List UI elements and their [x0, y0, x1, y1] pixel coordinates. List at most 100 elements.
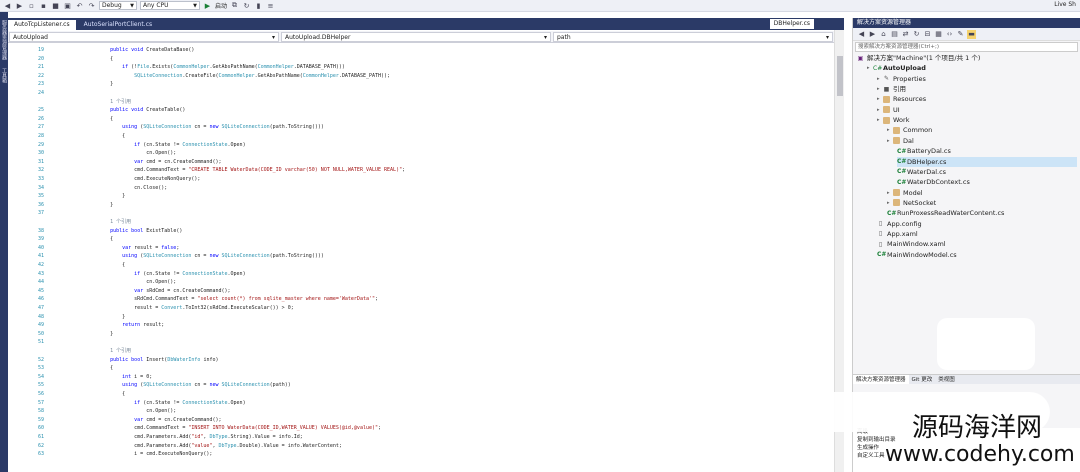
- scrollbar-thumb[interactable]: [837, 56, 843, 96]
- properties-icon[interactable]: ✎: [956, 30, 965, 39]
- start-label[interactable]: 启动: [215, 1, 227, 10]
- collapse-all-icon[interactable]: ⊟: [923, 30, 932, 39]
- bookmark-icon[interactable]: ▮: [254, 1, 263, 10]
- code-line: 45 var sRdCmd = cn.CreateCommand();: [8, 287, 844, 295]
- tab-git-changes[interactable]: Git 更改: [909, 375, 936, 384]
- tree-item[interactable]: ▸ ✎ Properties: [877, 74, 1077, 84]
- tree-item[interactable]: ▯ MainWindow.xaml: [877, 239, 1077, 249]
- attach-icon[interactable]: ⧉: [230, 1, 239, 10]
- tree-item[interactable]: C# MainWindowModel.cs: [877, 250, 1077, 260]
- solution-search-input[interactable]: 搜索解决方案资源管理器(Ctrl+;): [855, 42, 1078, 52]
- line-number: 45: [37, 287, 44, 294]
- member-combo[interactable]: path ▾: [553, 32, 833, 42]
- code-line: 61 cmd.Parameters.Add("id", DbType.Strin…: [8, 433, 844, 441]
- project-combo[interactable]: AutoUpload ▾: [9, 32, 279, 42]
- reference-hint[interactable]: 1 个引用: [8, 218, 844, 226]
- code-text: if (cn.State != ConnectionState.Open): [134, 270, 246, 277]
- tab-solution-explorer[interactable]: 解决方案资源管理器: [853, 375, 909, 384]
- save-icon[interactable]: ■: [51, 1, 60, 10]
- line-number: 32: [37, 167, 44, 174]
- solution-bottom-tabs: 解决方案资源管理器 Git 更改 类视图: [853, 374, 1080, 384]
- tree-item[interactable]: C# RunProxessReadWaterContent.cs: [887, 208, 1077, 218]
- undo-icon[interactable]: ↶: [75, 1, 84, 10]
- code-line: 21 if (!File.Exists(CommonHelper.GetAbsP…: [8, 63, 844, 71]
- code-text: return result;: [122, 322, 165, 329]
- tree-item[interactable]: ▸ Dal: [887, 136, 1077, 146]
- tree-item[interactable]: ▸ UI: [877, 105, 1077, 115]
- switch-view-icon[interactable]: ▤: [890, 30, 899, 39]
- code-icon[interactable]: ‹›: [945, 30, 954, 39]
- line-number: 50: [37, 330, 44, 337]
- redo-icon[interactable]: ↷: [87, 1, 96, 10]
- live-share-button[interactable]: Live Sh: [1054, 1, 1076, 8]
- server-explorer-tab[interactable]: 服务器资源管理器: [1, 20, 8, 60]
- folder-icon: [883, 116, 890, 124]
- tab-class-view[interactable]: 类视图: [935, 375, 958, 384]
- tree-item[interactable]: ▣ 解决方案"Machine"(1 个项目/共 1 个): [857, 53, 1077, 63]
- code-text: 1 个引用: [86, 98, 132, 105]
- tab-autoserialportclient[interactable]: AutoSerialPortClient.cs: [78, 20, 159, 30]
- code-line: 24: [8, 89, 844, 97]
- line-number: 60: [37, 425, 44, 432]
- save-all-icon[interactable]: ▣: [63, 1, 72, 10]
- toolbox-tab[interactable]: 工具箱: [1, 68, 8, 83]
- line-number: 62: [37, 442, 44, 449]
- sync-icon[interactable]: ⇄: [901, 30, 910, 39]
- code-text: var result = false;: [122, 244, 180, 251]
- code-text: result = Convert.ToInt32(sRdCmd.ExecuteS…: [86, 305, 294, 311]
- cs-icon: C#: [897, 168, 907, 176]
- reference-hint[interactable]: 1 个引用: [8, 347, 844, 355]
- home-icon[interactable]: ⌂: [879, 30, 888, 39]
- back-icon[interactable]: ◀: [3, 1, 12, 10]
- forward-icon[interactable]: ▶: [15, 1, 24, 10]
- tree-item[interactable]: ▯ App.xaml: [877, 229, 1077, 239]
- new-file-icon[interactable]: ▫: [27, 1, 36, 10]
- code-line: 38 public bool ExistTable(): [8, 227, 844, 235]
- code-text: }: [86, 330, 114, 337]
- preview-icon[interactable]: ▬: [967, 29, 976, 39]
- code-text: using (SQLiteConnection cn = new SQLiteC…: [122, 124, 324, 131]
- code-text: int i = 0;: [122, 373, 153, 380]
- tree-item[interactable]: ▸ C# AutoUpload: [867, 63, 1077, 73]
- class-combo[interactable]: AutoUpload.DBHelper ▾: [281, 32, 551, 42]
- tree-item[interactable]: ▸ Resources: [877, 94, 1077, 104]
- comment-icon[interactable]: ≡: [266, 1, 275, 10]
- code-line: 44 cn.Open();: [8, 278, 844, 286]
- tab-autotcplistener[interactable]: AutoTcpListener.cs: [8, 20, 76, 30]
- code-text: cmd.Parameters.Add("id", DbType.String).…: [86, 434, 303, 440]
- line-number: 31: [37, 158, 44, 165]
- code-line: 54 int i = 0;: [8, 373, 844, 381]
- line-number: 34: [37, 184, 44, 191]
- tree-item[interactable]: ▸ Work: [877, 115, 1077, 125]
- ref-icon: ■: [883, 85, 890, 93]
- open-icon[interactable]: ▪: [39, 1, 48, 10]
- play-icon[interactable]: ▶: [203, 1, 212, 10]
- code-text: }: [86, 193, 126, 200]
- tree-item[interactable]: ▸ NetSocket: [887, 198, 1077, 208]
- line-number: 53: [37, 365, 44, 372]
- tree-item[interactable]: ▸ ■ 引用: [877, 84, 1077, 94]
- code-line: 32 cmd.CommandText = "CREATE TABLE Water…: [8, 166, 844, 174]
- config-combo[interactable]: Debug ▼: [99, 1, 137, 10]
- tree-item[interactable]: C# WaterDbContext.cs: [897, 177, 1077, 187]
- tree-item[interactable]: ▸ Common: [887, 125, 1077, 135]
- tree-item[interactable]: ▸ Model: [887, 188, 1077, 198]
- line-number: 27: [37, 124, 44, 131]
- hot-reload-icon[interactable]: ↻: [242, 1, 251, 10]
- code-line: 43 if (cn.State != ConnectionState.Open): [8, 270, 844, 278]
- platform-label: Any CPU: [143, 1, 169, 9]
- tree-item-label: Model: [903, 188, 923, 197]
- tree-item[interactable]: C# BatteryDal.cs: [897, 146, 1077, 156]
- refresh-icon[interactable]: ↻: [912, 30, 921, 39]
- project-label: AutoUpload: [13, 34, 48, 41]
- tree-item[interactable]: C# DBHelper.cs: [897, 156, 1077, 167]
- code-line: 26 {: [8, 115, 844, 123]
- reference-hint[interactable]: 1 个引用: [8, 98, 844, 106]
- tree-item[interactable]: ▯ App.config: [877, 219, 1077, 229]
- tab-dbhelper[interactable]: DBHelper.cs: [769, 19, 814, 29]
- forward-icon[interactable]: ▶: [868, 30, 877, 39]
- platform-combo[interactable]: Any CPU ▼: [140, 1, 200, 10]
- show-all-files-icon[interactable]: ▦: [934, 30, 943, 39]
- back-icon[interactable]: ◀: [857, 30, 866, 39]
- tree-item[interactable]: C# WaterDal.cs: [897, 167, 1077, 177]
